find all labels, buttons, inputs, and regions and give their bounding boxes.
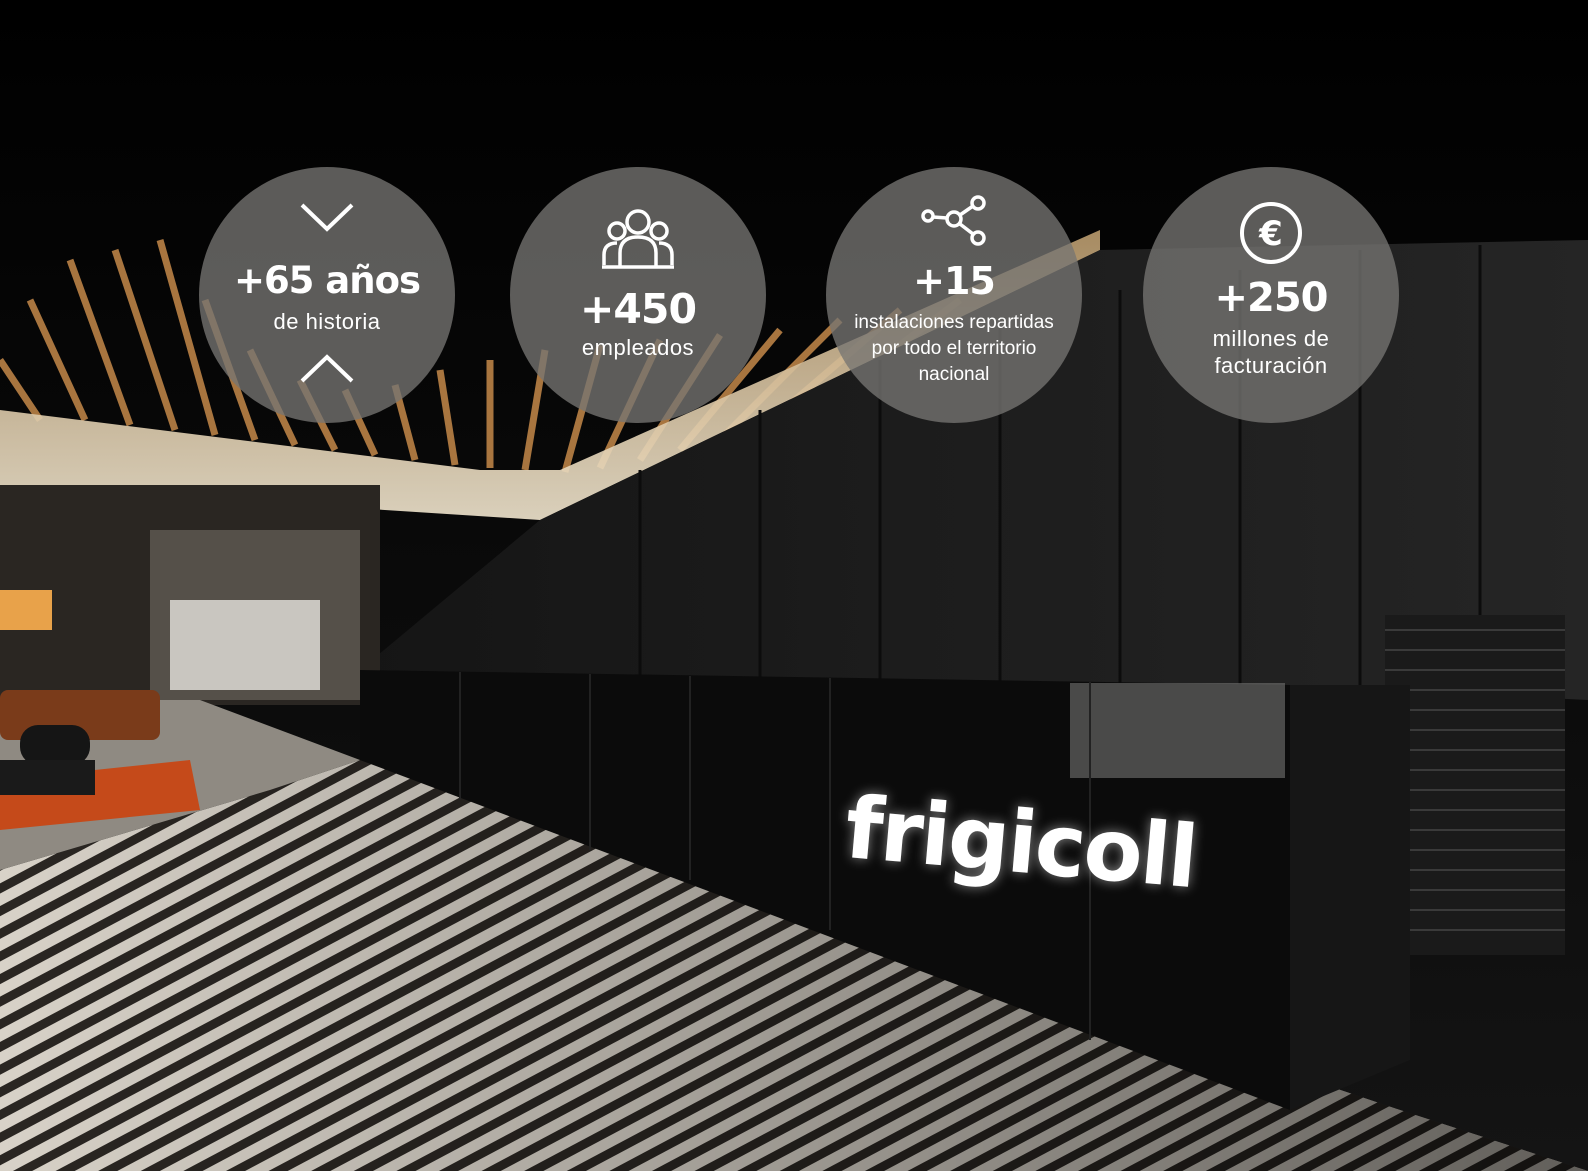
network-nodes-icon — [826, 195, 1082, 247]
stat-revenue-value: +250 — [1214, 275, 1328, 321]
stat-years-caption: de historia — [273, 309, 381, 334]
stat-installations: +15 instalaciones repartidas por todo el… — [826, 167, 1082, 423]
caption-line: nacional — [918, 364, 990, 385]
vent-grille — [1385, 615, 1565, 955]
people-group-icon — [510, 207, 766, 269]
caption-line: instalaciones repartidas — [854, 312, 1054, 333]
caption-line: por todo el territorio — [871, 338, 1037, 359]
euro-circle-icon: € — [1143, 201, 1399, 265]
chevron-up-icon — [199, 353, 455, 385]
caption-line: millones de — [1212, 326, 1330, 351]
svg-text:€: € — [1258, 214, 1283, 254]
office-lobby-photo: +65 años de historia +450 empleados +15 … — [0, 0, 1588, 1171]
stat-employees-caption: empleados — [581, 335, 695, 360]
stat-employees: +450 empleados — [510, 167, 766, 423]
lobby-background — [0, 0, 1588, 1171]
chevron-down-icon — [199, 201, 455, 233]
stat-employees-value: +450 — [580, 285, 697, 333]
stat-installations-value: +15 — [913, 259, 996, 303]
stat-years: +65 años de historia — [199, 167, 455, 423]
stat-revenue: € +250 millones de facturación — [1143, 167, 1399, 423]
stat-revenue-caption: millones de facturación — [1155, 325, 1387, 379]
caption-line: facturación — [1214, 353, 1328, 378]
stat-installations-caption: instalaciones repartidas por todo el ter… — [844, 310, 1064, 388]
stat-years-value: +65 años — [233, 259, 421, 302]
